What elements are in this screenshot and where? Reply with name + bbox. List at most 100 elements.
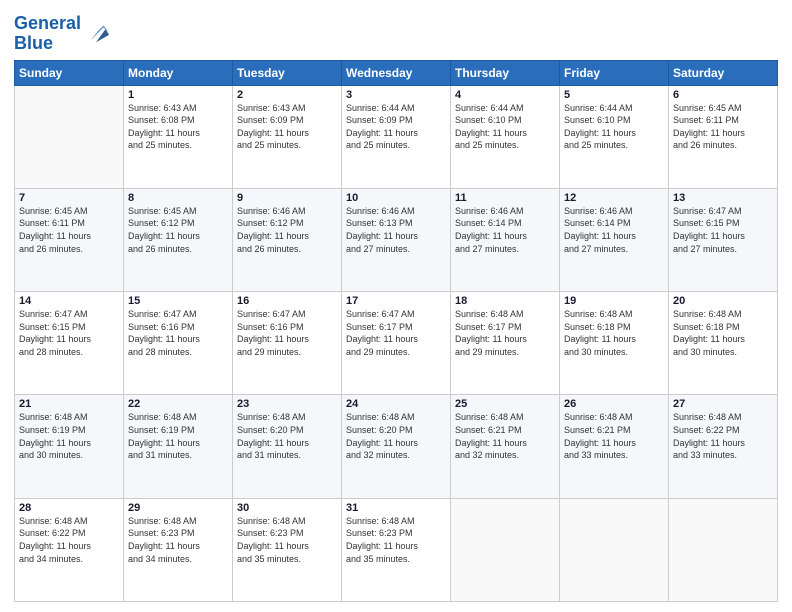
day-info: Sunrise: 6:48 AM Sunset: 6:20 PM Dayligh… xyxy=(346,411,446,461)
calendar-cell: 19Sunrise: 6:48 AM Sunset: 6:18 PM Dayli… xyxy=(560,292,669,395)
calendar-cell: 13Sunrise: 6:47 AM Sunset: 6:15 PM Dayli… xyxy=(669,188,778,291)
calendar-header-row: SundayMondayTuesdayWednesdayThursdayFrid… xyxy=(15,60,778,85)
day-number: 29 xyxy=(128,502,228,514)
day-number: 10 xyxy=(346,192,446,204)
day-number: 5 xyxy=(564,89,664,101)
logo: General Blue xyxy=(14,14,111,54)
day-info: Sunrise: 6:48 AM Sunset: 6:23 PM Dayligh… xyxy=(128,515,228,565)
day-number: 3 xyxy=(346,89,446,101)
day-number: 21 xyxy=(19,398,119,410)
day-number: 25 xyxy=(455,398,555,410)
day-info: Sunrise: 6:48 AM Sunset: 6:20 PM Dayligh… xyxy=(237,411,337,461)
calendar-week-row: 28Sunrise: 6:48 AM Sunset: 6:22 PM Dayli… xyxy=(15,498,778,601)
calendar-cell xyxy=(669,498,778,601)
calendar-cell: 4Sunrise: 6:44 AM Sunset: 6:10 PM Daylig… xyxy=(451,85,560,188)
calendar-cell: 12Sunrise: 6:46 AM Sunset: 6:14 PM Dayli… xyxy=(560,188,669,291)
calendar-cell: 3Sunrise: 6:44 AM Sunset: 6:09 PM Daylig… xyxy=(342,85,451,188)
day-number: 6 xyxy=(673,89,773,101)
calendar-cell: 14Sunrise: 6:47 AM Sunset: 6:15 PM Dayli… xyxy=(15,292,124,395)
day-number: 8 xyxy=(128,192,228,204)
day-info: Sunrise: 6:47 AM Sunset: 6:16 PM Dayligh… xyxy=(237,308,337,358)
calendar-header-sunday: Sunday xyxy=(15,60,124,85)
day-number: 22 xyxy=(128,398,228,410)
calendar-week-row: 1Sunrise: 6:43 AM Sunset: 6:08 PM Daylig… xyxy=(15,85,778,188)
day-info: Sunrise: 6:46 AM Sunset: 6:14 PM Dayligh… xyxy=(455,205,555,255)
day-info: Sunrise: 6:46 AM Sunset: 6:14 PM Dayligh… xyxy=(564,205,664,255)
day-number: 17 xyxy=(346,295,446,307)
day-number: 28 xyxy=(19,502,119,514)
day-info: Sunrise: 6:47 AM Sunset: 6:17 PM Dayligh… xyxy=(346,308,446,358)
day-info: Sunrise: 6:48 AM Sunset: 6:18 PM Dayligh… xyxy=(673,308,773,358)
day-info: Sunrise: 6:48 AM Sunset: 6:18 PM Dayligh… xyxy=(564,308,664,358)
day-number: 12 xyxy=(564,192,664,204)
day-info: Sunrise: 6:47 AM Sunset: 6:15 PM Dayligh… xyxy=(19,308,119,358)
day-info: Sunrise: 6:45 AM Sunset: 6:11 PM Dayligh… xyxy=(19,205,119,255)
day-number: 30 xyxy=(237,502,337,514)
day-number: 2 xyxy=(237,89,337,101)
calendar-week-row: 21Sunrise: 6:48 AM Sunset: 6:19 PM Dayli… xyxy=(15,395,778,498)
day-info: Sunrise: 6:48 AM Sunset: 6:19 PM Dayligh… xyxy=(19,411,119,461)
calendar-cell: 7Sunrise: 6:45 AM Sunset: 6:11 PM Daylig… xyxy=(15,188,124,291)
day-info: Sunrise: 6:44 AM Sunset: 6:09 PM Dayligh… xyxy=(346,102,446,152)
calendar-header-friday: Friday xyxy=(560,60,669,85)
day-info: Sunrise: 6:45 AM Sunset: 6:11 PM Dayligh… xyxy=(673,102,773,152)
calendar-cell: 31Sunrise: 6:48 AM Sunset: 6:23 PM Dayli… xyxy=(342,498,451,601)
day-number: 13 xyxy=(673,192,773,204)
day-info: Sunrise: 6:48 AM Sunset: 6:22 PM Dayligh… xyxy=(673,411,773,461)
calendar-header-wednesday: Wednesday xyxy=(342,60,451,85)
calendar-cell: 6Sunrise: 6:45 AM Sunset: 6:11 PM Daylig… xyxy=(669,85,778,188)
day-info: Sunrise: 6:48 AM Sunset: 6:22 PM Dayligh… xyxy=(19,515,119,565)
day-info: Sunrise: 6:46 AM Sunset: 6:12 PM Dayligh… xyxy=(237,205,337,255)
day-number: 20 xyxy=(673,295,773,307)
day-info: Sunrise: 6:44 AM Sunset: 6:10 PM Dayligh… xyxy=(455,102,555,152)
day-info: Sunrise: 6:47 AM Sunset: 6:15 PM Dayligh… xyxy=(673,205,773,255)
day-number: 14 xyxy=(19,295,119,307)
calendar-cell: 29Sunrise: 6:48 AM Sunset: 6:23 PM Dayli… xyxy=(124,498,233,601)
day-number: 27 xyxy=(673,398,773,410)
calendar-cell: 11Sunrise: 6:46 AM Sunset: 6:14 PM Dayli… xyxy=(451,188,560,291)
calendar-cell: 24Sunrise: 6:48 AM Sunset: 6:20 PM Dayli… xyxy=(342,395,451,498)
day-number: 24 xyxy=(346,398,446,410)
day-info: Sunrise: 6:43 AM Sunset: 6:09 PM Dayligh… xyxy=(237,102,337,152)
day-number: 1 xyxy=(128,89,228,101)
calendar-header-monday: Monday xyxy=(124,60,233,85)
calendar-table: SundayMondayTuesdayWednesdayThursdayFrid… xyxy=(14,60,778,602)
day-number: 15 xyxy=(128,295,228,307)
calendar-cell: 15Sunrise: 6:47 AM Sunset: 6:16 PM Dayli… xyxy=(124,292,233,395)
day-info: Sunrise: 6:48 AM Sunset: 6:23 PM Dayligh… xyxy=(237,515,337,565)
calendar-cell: 25Sunrise: 6:48 AM Sunset: 6:21 PM Dayli… xyxy=(451,395,560,498)
logo-icon xyxy=(83,18,111,46)
day-number: 7 xyxy=(19,192,119,204)
calendar-cell xyxy=(560,498,669,601)
day-info: Sunrise: 6:48 AM Sunset: 6:21 PM Dayligh… xyxy=(455,411,555,461)
day-info: Sunrise: 6:48 AM Sunset: 6:21 PM Dayligh… xyxy=(564,411,664,461)
calendar-week-row: 14Sunrise: 6:47 AM Sunset: 6:15 PM Dayli… xyxy=(15,292,778,395)
calendar-cell: 30Sunrise: 6:48 AM Sunset: 6:23 PM Dayli… xyxy=(233,498,342,601)
day-number: 4 xyxy=(455,89,555,101)
day-info: Sunrise: 6:44 AM Sunset: 6:10 PM Dayligh… xyxy=(564,102,664,152)
day-number: 11 xyxy=(455,192,555,204)
day-info: Sunrise: 6:45 AM Sunset: 6:12 PM Dayligh… xyxy=(128,205,228,255)
calendar-week-row: 7Sunrise: 6:45 AM Sunset: 6:11 PM Daylig… xyxy=(15,188,778,291)
day-number: 23 xyxy=(237,398,337,410)
page: General Blue SundayMondayTuesdayWednesda… xyxy=(0,0,792,612)
calendar-cell xyxy=(451,498,560,601)
calendar-cell: 17Sunrise: 6:47 AM Sunset: 6:17 PM Dayli… xyxy=(342,292,451,395)
calendar-cell: 2Sunrise: 6:43 AM Sunset: 6:09 PM Daylig… xyxy=(233,85,342,188)
day-info: Sunrise: 6:48 AM Sunset: 6:17 PM Dayligh… xyxy=(455,308,555,358)
calendar-header-saturday: Saturday xyxy=(669,60,778,85)
day-number: 31 xyxy=(346,502,446,514)
day-info: Sunrise: 6:47 AM Sunset: 6:16 PM Dayligh… xyxy=(128,308,228,358)
header: General Blue xyxy=(14,10,778,54)
calendar-header-thursday: Thursday xyxy=(451,60,560,85)
calendar-cell: 21Sunrise: 6:48 AM Sunset: 6:19 PM Dayli… xyxy=(15,395,124,498)
day-number: 19 xyxy=(564,295,664,307)
day-info: Sunrise: 6:48 AM Sunset: 6:23 PM Dayligh… xyxy=(346,515,446,565)
calendar-cell: 27Sunrise: 6:48 AM Sunset: 6:22 PM Dayli… xyxy=(669,395,778,498)
day-number: 18 xyxy=(455,295,555,307)
day-number: 9 xyxy=(237,192,337,204)
calendar-cell: 16Sunrise: 6:47 AM Sunset: 6:16 PM Dayli… xyxy=(233,292,342,395)
logo-text: General Blue xyxy=(14,14,81,54)
calendar-cell: 8Sunrise: 6:45 AM Sunset: 6:12 PM Daylig… xyxy=(124,188,233,291)
day-number: 26 xyxy=(564,398,664,410)
